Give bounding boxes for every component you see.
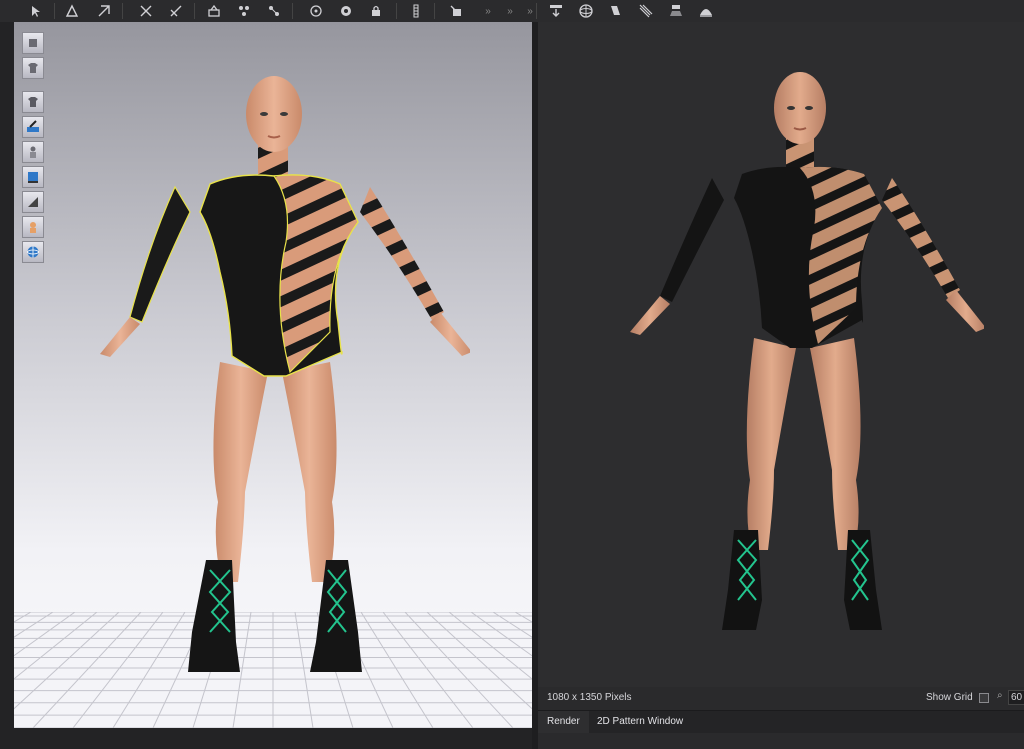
more-icon[interactable]: » [478, 1, 498, 21]
tack-icon[interactable] [264, 1, 284, 21]
pattern-edit-icon[interactable] [62, 1, 82, 21]
left-dock [0, 22, 14, 749]
more-icon[interactable]: » [520, 1, 540, 21]
brush-icon[interactable] [22, 116, 44, 138]
sphere-icon[interactable] [576, 1, 596, 21]
tab-2d-pattern-window[interactable]: 2D Pattern Window [588, 711, 692, 733]
toolbar-separator [396, 3, 397, 19]
garment-icon[interactable] [22, 57, 44, 79]
show-grid-label: Show Grid [926, 692, 973, 703]
shader-icon[interactable] [22, 191, 44, 213]
render-icon[interactable] [546, 1, 566, 21]
light-icon[interactable] [606, 1, 626, 21]
fold-icon[interactable] [204, 1, 224, 21]
window-tabs: Render 2D Pattern Window [538, 710, 1024, 733]
toolbar-separator [292, 3, 293, 19]
toolbar-separator [194, 3, 195, 19]
spotlight-icon[interactable] [666, 1, 686, 21]
lights-arrows-icon[interactable] [636, 1, 656, 21]
toolbar-separator [536, 3, 537, 19]
mannequin-icon[interactable] [22, 141, 44, 163]
globe-icon[interactable] [22, 241, 44, 263]
rendered-avatar [630, 72, 984, 630]
sewing-icon[interactable] [136, 1, 156, 21]
pin-icon[interactable] [234, 1, 254, 21]
segment-sewing-icon[interactable] [166, 1, 186, 21]
toolbar-separator [54, 3, 55, 19]
select-move-icon[interactable] [26, 1, 46, 21]
bottom-dock [14, 728, 532, 749]
tab-render[interactable]: Render [538, 711, 589, 733]
hanger-icon[interactable] [446, 1, 466, 21]
render-status-bar: 1080 x 1350 Pixels Show Grid ⌕ 60 [538, 687, 1024, 709]
3d-garment-viewport[interactable] [14, 22, 532, 728]
zipper-icon[interactable] [406, 1, 426, 21]
more-icon[interactable]: » [500, 1, 520, 21]
show-grid-checkbox[interactable] [979, 693, 989, 703]
zoom-field[interactable]: 60 [1008, 690, 1024, 705]
display-icon[interactable] [22, 166, 44, 188]
dome-light-icon[interactable] [696, 1, 716, 21]
resolution-label: 1080 x 1350 Pixels [547, 692, 632, 703]
transform-icon[interactable] [94, 1, 114, 21]
avatar-measure-icon[interactable] [336, 1, 356, 21]
main-toolbar: » » » [0, 0, 1024, 23]
toolbar-separator [434, 3, 435, 19]
avatar-3d-model[interactable] [80, 72, 470, 682]
toolbar-separator [122, 3, 123, 19]
render-window[interactable] [538, 22, 1024, 687]
viewport-tool-column [22, 32, 44, 266]
skin-icon[interactable] [22, 216, 44, 238]
measure-icon[interactable] [306, 1, 326, 21]
texture-icon[interactable] [22, 91, 44, 113]
avatar-icon[interactable] [22, 32, 44, 54]
lock-icon[interactable] [366, 1, 386, 21]
zoom-icon: ⌕ [997, 690, 1003, 701]
